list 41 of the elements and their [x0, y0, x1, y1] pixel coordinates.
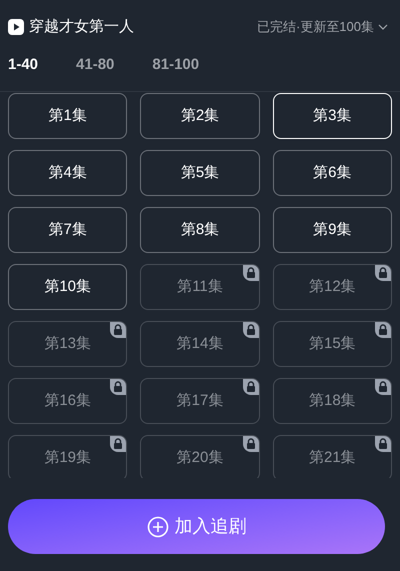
status-dropdown[interactable]: 已完结·更新至100集 [256, 17, 392, 37]
lock-icon [110, 379, 126, 395]
drama-title: 穿越才女第一人 [29, 16, 134, 37]
add-to-watchlist-button[interactable]: 加入追剧 [8, 499, 385, 554]
episode-button[interactable]: 第6集 [272, 150, 392, 196]
range-tab[interactable]: 41-80 [76, 54, 114, 77]
lock-icon [375, 436, 391, 452]
episode-button[interactable]: 第12集 [272, 264, 392, 310]
range-tab[interactable]: 1-40 [8, 54, 38, 77]
episode-button[interactable]: 第9集 [272, 207, 392, 253]
episode-button[interactable]: 第19集 [8, 435, 128, 478]
episode-button[interactable]: 第11集 [140, 264, 260, 310]
episode-button[interactable]: 第16集 [8, 378, 128, 424]
lock-icon [110, 322, 126, 338]
chevron-down-icon [378, 24, 388, 30]
episode-button[interactable]: 第18集 [272, 378, 392, 424]
episode-button[interactable]: 第13集 [8, 321, 128, 367]
play-icon [8, 19, 24, 35]
episode-button[interactable]: 第10集 [8, 264, 128, 310]
plus-circle-icon [146, 516, 168, 538]
lock-icon [375, 379, 391, 395]
episode-button[interactable]: 第14集 [140, 321, 260, 367]
lock-icon [110, 436, 126, 452]
episode-button[interactable]: 第20集 [140, 435, 260, 478]
lock-icon [242, 436, 259, 452]
episode-button[interactable]: 第17集 [140, 378, 260, 424]
episode-button[interactable]: 第4集 [8, 150, 128, 196]
lock-icon [375, 322, 391, 338]
lock-icon [242, 265, 259, 281]
episode-button[interactable]: 第2集 [140, 93, 260, 139]
lock-icon [242, 322, 259, 338]
episode-button[interactable]: 第3集 [272, 93, 392, 139]
episode-button[interactable]: 第8集 [140, 207, 260, 253]
range-tab[interactable]: 81-100 [152, 54, 200, 77]
lock-icon [242, 379, 259, 395]
episode-button[interactable]: 第21集 [272, 435, 392, 478]
episode-button[interactable]: 第7集 [8, 207, 128, 253]
episode-button[interactable]: 第15集 [272, 321, 392, 367]
lock-icon [375, 265, 391, 281]
episode-button[interactable]: 第5集 [140, 150, 260, 196]
episode-button[interactable]: 第1集 [8, 93, 128, 139]
